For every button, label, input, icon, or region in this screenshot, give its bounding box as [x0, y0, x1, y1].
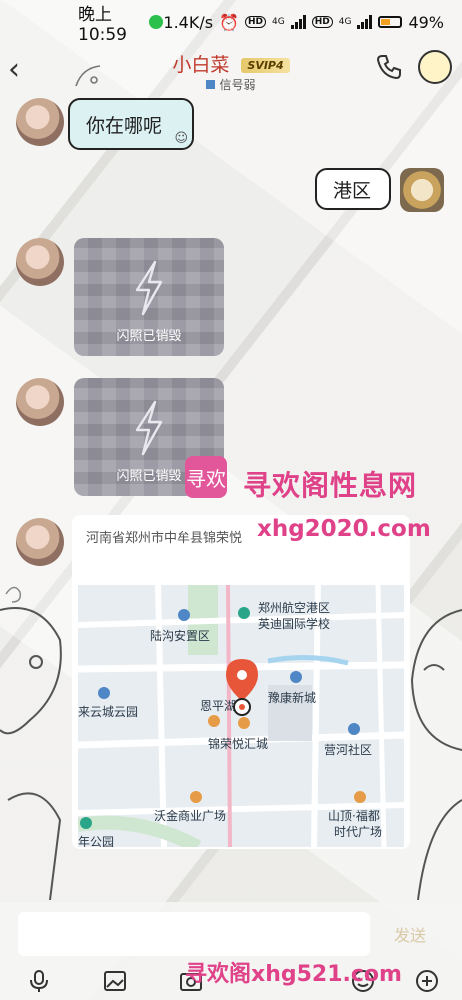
my-avatar[interactable]: [400, 168, 444, 212]
hd-badge-2: HD: [311, 16, 333, 28]
contact-avatar[interactable]: [16, 518, 64, 566]
map-label: 山顶·福都: [328, 809, 380, 823]
chat-header: ‹ 小白菜 SVIP4 信号弱: [0, 44, 462, 94]
battery-icon: [378, 16, 403, 28]
flash-label: 闪照已销毁: [116, 329, 182, 344]
send-button[interactable]: 发送: [378, 912, 442, 956]
wechat-icon: [149, 15, 164, 29]
watermark-url: xhg2020.com: [257, 516, 431, 542]
status-time: 晚上10:59: [78, 4, 127, 45]
map-label: 郑州航空港区: [258, 601, 331, 615]
map-label: 时代广场: [334, 825, 383, 839]
network-4g-2: 4G: [338, 17, 352, 27]
network-4g: 4G: [272, 17, 285, 27]
message-input[interactable]: [18, 912, 370, 956]
watermark-logo: 寻欢: [185, 456, 227, 498]
watermark-bottom: 寻欢阁xhg521.com: [185, 962, 402, 987]
contact-avatar[interactable]: [16, 238, 64, 286]
lightning-icon: [135, 260, 163, 316]
plus-icon[interactable]: [414, 968, 440, 994]
map-label: 来云城云园: [78, 705, 139, 719]
shop-poi-icon: [354, 791, 366, 803]
message-bubble[interactable]: 你在哪呢 ☺: [68, 98, 194, 150]
school-poi-icon: [238, 607, 250, 619]
battery-level: 49%: [408, 12, 444, 32]
contact-avatar[interactable]: [16, 378, 64, 426]
contact-avatar[interactable]: [16, 98, 64, 146]
phone-icon[interactable]: [374, 52, 404, 82]
residence-poi-icon: [98, 687, 110, 699]
flash-photo[interactable]: 闪照已销毁: [74, 238, 224, 356]
map-label: 锦荣悦汇城: [208, 737, 269, 751]
map-label: 沃金商业广场: [154, 809, 227, 823]
status-bar: 晚上10:59 1.4K/s ⏰ HD 4G HD 4G 49%: [0, 0, 462, 45]
cartoon-figure-right: [410, 609, 462, 900]
residence-poi-icon: [348, 723, 360, 735]
image-icon[interactable]: [102, 968, 128, 994]
map-label: 陆沟安置区: [150, 629, 211, 643]
park-poi-icon: [80, 817, 92, 829]
watermark-text: 寻欢阁性息网: [243, 469, 418, 502]
antenna-icon: [75, 65, 101, 87]
signal-icon: [290, 15, 306, 29]
map-label: 英迪国际学校: [258, 617, 331, 631]
lightning-icon: [135, 400, 163, 456]
map-label: 豫康新城: [268, 691, 317, 705]
residence-poi-icon: [178, 609, 190, 621]
map-label: 年公园: [78, 835, 115, 847]
watermark-top: 寻欢 寻欢阁性息网 xhg2020.com: [185, 456, 457, 546]
hd-badge: HD: [245, 16, 267, 28]
microphone-icon[interactable]: [26, 968, 52, 994]
message-text: 港区: [333, 179, 372, 202]
settings-avatar[interactable]: [418, 50, 452, 84]
vip-badge: SVIP4: [241, 58, 290, 73]
net-speed: 1.4K/s: [163, 12, 214, 32]
shop-poi-icon: [190, 791, 202, 803]
cartoon-figure-left: [0, 586, 62, 900]
location-card[interactable]: 河南省郑州市中牟县锦荣悦 郑州航空港区 英迪国际学校 陆沟安置区 豫康新城 恩平…: [72, 515, 410, 849]
alarm-icon: ⏰: [219, 12, 239, 32]
food-poi-icon: [208, 715, 220, 727]
location-pin-icon: [226, 659, 258, 716]
status-square-icon: [206, 80, 216, 89]
map-preview: 郑州航空港区 英迪国际学校 陆沟安置区 豫康新城 恩平湖 来云城云园 锦荣悦汇城…: [78, 585, 404, 847]
signal-icon-2: [357, 15, 373, 29]
sticker-face-icon: ☺: [174, 131, 188, 146]
message-text: 你在哪呢: [86, 114, 163, 137]
map-label: 营河社区: [324, 743, 373, 757]
shop-poi-icon: [238, 717, 250, 729]
message-bubble-out[interactable]: 港区: [315, 168, 391, 210]
contact-name: 小白菜: [172, 54, 230, 76]
signal-status-text: 信号弱: [219, 78, 256, 92]
residence-poi-icon: [290, 671, 302, 683]
